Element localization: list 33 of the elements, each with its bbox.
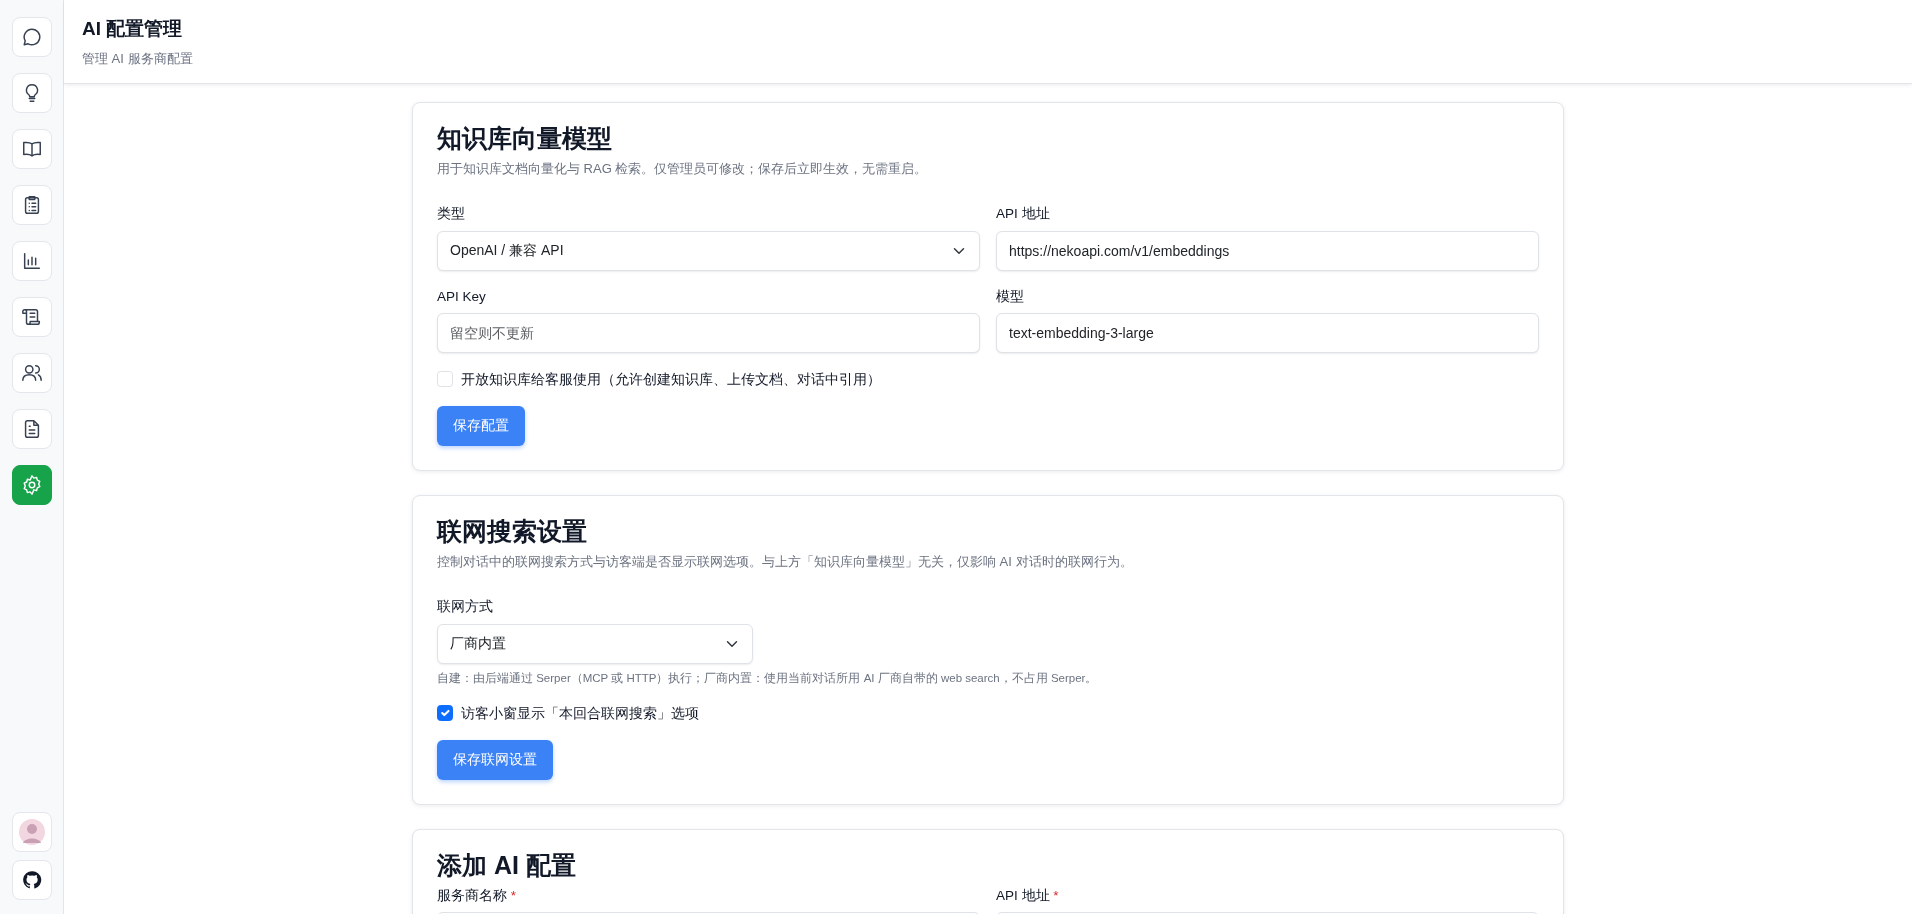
checkbox[interactable] xyxy=(437,705,453,722)
required-asterisk: * xyxy=(1053,887,1059,903)
field-label: API Key xyxy=(437,287,487,306)
select-field[interactable]: 厂商内置 xyxy=(437,623,753,664)
card-title: 添加 AI 配置 xyxy=(437,849,577,880)
scroll-icon xyxy=(20,306,43,328)
github-icon xyxy=(21,870,42,890)
save-button[interactable]: 保存联网设置 xyxy=(437,739,553,780)
input-field[interactable]: text-embedding-3-large xyxy=(996,312,1539,353)
checkbox-label: 开放知识库给客服使用（允许创建知识库、上传文档、对话中引用） xyxy=(461,369,881,389)
field-label: 类型 xyxy=(437,205,466,224)
page-title: AI 配置管理 xyxy=(82,18,184,41)
card-title: 联网搜索设置 xyxy=(437,515,588,546)
github-button[interactable] xyxy=(11,860,52,900)
card-description: 用于知识库文档向量化与 RAG 检索。仅管理员可修改；保存后立即生效，无需重启。 xyxy=(437,159,929,178)
field-label: 联网方式 xyxy=(437,598,494,617)
field-label: 模型 xyxy=(996,287,1025,306)
field-label: API 地址 xyxy=(996,205,1051,224)
card-title: 知识库向量模型 xyxy=(437,122,613,153)
field-label: API 地址 * xyxy=(996,886,1060,905)
input-field[interactable]: https://nekoapi.com/v1/embeddings xyxy=(996,230,1539,271)
help-text: 自建：由后端通过 Serper（MCP 或 HTTP）执行；厂商内置：使用当前对话所用 AI 厂商自带的 web search，不占用 Serper。 xyxy=(437,670,1099,686)
save-button[interactable]: 保存配置 xyxy=(437,405,525,446)
page-subtitle: 管理 AI 服务商配置 xyxy=(82,49,194,68)
card-description: 控制对话中的联网搜索方式与访客端是否显示联网选项。与上方「知识库向量模型」无关，仅影响 AI 对话时的联网行为。 xyxy=(437,552,1134,571)
users-icon xyxy=(20,362,43,384)
chat-bubble-icon xyxy=(20,26,43,48)
required-asterisk: * xyxy=(510,887,517,903)
avatar-icon xyxy=(17,818,46,846)
select-field[interactable]: OpenAI / 兼容 API xyxy=(437,230,980,271)
checkbox-label: 访客小窗显示「本回合联网搜索」选项 xyxy=(461,703,699,723)
field-label: 服务商名称 * xyxy=(437,886,518,905)
input-field[interactable]: 留空则不更新 xyxy=(437,312,980,353)
